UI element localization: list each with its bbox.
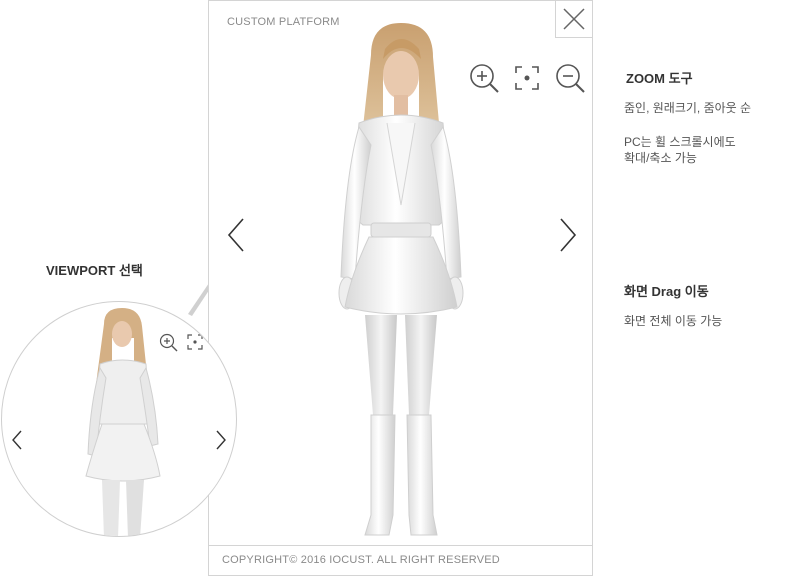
actual-size-button[interactable] <box>510 61 544 95</box>
viewport-actual-size-button[interactable] <box>185 332 205 352</box>
actual-size-icon <box>515 66 539 90</box>
chevron-right-icon <box>560 218 577 252</box>
zoom-note-line1: 줌인, 원래크기, 줌아웃 순 <box>624 101 752 115</box>
viewport-preview <box>1 301 237 537</box>
prev-button[interactable] <box>225 215 249 255</box>
drag-note-line1: 화면 전체 이동 가능 <box>624 314 723 328</box>
close-button[interactable] <box>555 1 592 38</box>
chevron-right-icon <box>216 430 226 450</box>
zoom-out-icon <box>556 64 585 93</box>
copyright-footer: COPYRIGHT© 2016 IOCUST. ALL RIGHT RESERV… <box>209 545 592 575</box>
zoom-in-icon <box>159 333 178 352</box>
viewport-title: VIEWPORT 선택 <box>46 263 143 278</box>
viewport-zoom-in-button[interactable] <box>158 332 178 352</box>
actual-size-icon <box>187 334 203 350</box>
page: CUSTOM PLATFORM COPYRIGHT© 2016 IOCUST. … <box>0 0 785 578</box>
viewport-prev-button[interactable] <box>10 428 24 452</box>
drag-note-title: 화면 Drag 이동 <box>624 284 709 299</box>
zoom-in-icon <box>470 64 499 93</box>
zoom-note-title: ZOOM 도구 <box>626 71 693 86</box>
zoom-note-line2: PC는 휠 스크롤시에도 <box>624 135 736 149</box>
chevron-left-icon <box>12 430 22 450</box>
zoom-toolbar <box>467 61 587 95</box>
zoom-in-button[interactable] <box>467 61 501 95</box>
zoom-note-line3: 확대/축소 가능 <box>624 151 697 165</box>
zoom-out-button[interactable] <box>553 61 587 95</box>
chevron-left-icon <box>227 218 244 252</box>
viewport-next-button[interactable] <box>214 428 228 452</box>
close-icon <box>563 8 585 30</box>
viewer-panel[interactable]: CUSTOM PLATFORM COPYRIGHT© 2016 IOCUST. … <box>208 0 593 576</box>
next-button[interactable] <box>555 215 579 255</box>
